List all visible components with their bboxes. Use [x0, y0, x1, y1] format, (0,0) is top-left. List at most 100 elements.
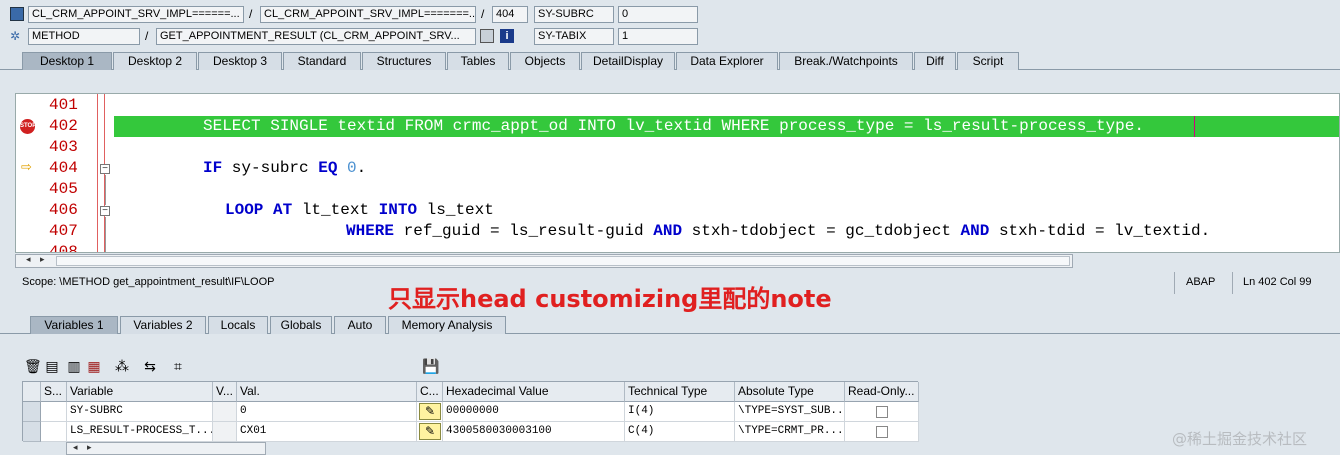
fold-line — [105, 217, 106, 252]
tab-data-explorer[interactable]: Data Explorer — [676, 52, 778, 70]
code-line-402: SELECT SINGLE textid FROM crmc_appt_od I… — [203, 117, 1144, 135]
cell-hex: 4300580030003100 — [443, 422, 625, 442]
tab-desktop-1[interactable]: Desktop 1 — [22, 52, 112, 70]
watermark: @稀土掘金技术社区 — [1172, 430, 1308, 448]
line-number: 406 — [49, 201, 78, 219]
tab-auto[interactable]: Auto — [334, 316, 386, 334]
tab-tables[interactable]: Tables — [447, 52, 509, 70]
column-header-s[interactable]: S... — [41, 382, 67, 402]
edit-pencil-icon[interactable]: ✎ — [419, 403, 441, 420]
keyword: IF — [203, 159, 223, 177]
column-header-technical-type[interactable]: Technical Type — [625, 382, 735, 402]
cell-s — [41, 402, 67, 422]
edit-pencil-icon[interactable]: ✎ — [419, 423, 441, 440]
scroll-right-icon[interactable]: ▸ — [87, 442, 92, 453]
cell-val[interactable]: 0 — [237, 402, 417, 422]
grid-horizontal-scrollbar[interactable]: ◂ ▸ — [66, 442, 266, 455]
separator: / — [481, 7, 485, 21]
method-name-field[interactable]: GET_APPOINTMENT_RESULT (CL_CRM_APPOINT_S… — [156, 28, 476, 45]
source-editor[interactable]: STOP ⇨ 401 402 403 404 405 406 407 408 −… — [15, 93, 1340, 253]
sysvar2-name[interactable]: SY-TABIX — [534, 28, 614, 45]
keyword: LOOP AT — [225, 201, 293, 219]
scope-label: Scope: \METHOD get_appointment_result\IF… — [22, 276, 275, 288]
tab-script[interactable]: Script — [957, 52, 1019, 70]
fold-toggle-icon[interactable]: − — [100, 164, 110, 174]
cell-val[interactable]: CX01 — [237, 422, 417, 442]
variables-grid[interactable]: S... Variable V... Val. C... Hexadecimal… — [22, 381, 919, 442]
text-cursor — [1194, 116, 1195, 137]
tab-desktop-2[interactable]: Desktop 2 — [113, 52, 197, 70]
editor-horizontal-scrollbar[interactable]: ◂ ▸ — [15, 254, 1073, 268]
variables-tabbar: Variables 1 Variables 2 Locals Globals A… — [0, 316, 1340, 334]
separator: / — [145, 29, 149, 43]
display-icon[interactable] — [480, 29, 494, 43]
cell-variable[interactable]: LS_RESULT-PROCESS_T... — [67, 422, 213, 442]
keyword: WHERE — [346, 222, 395, 240]
line-number: 408 — [49, 243, 78, 253]
stop-icon[interactable]: STOP — [20, 119, 36, 134]
keyword: AND — [960, 222, 990, 240]
scroll-left-icon[interactable]: ◂ — [73, 442, 78, 453]
filter-icon[interactable]: ⌗ — [170, 358, 186, 374]
tab-diff[interactable]: Diff — [914, 52, 956, 70]
info-icon[interactable]: i — [500, 29, 514, 43]
scroll-left-icon[interactable]: ◂ — [26, 254, 31, 265]
tab-variables-2[interactable]: Variables 2 — [120, 316, 206, 334]
arrow-right-icon: ⇨ — [21, 159, 32, 174]
column-header-c[interactable]: C... — [417, 382, 443, 402]
column-header-hex[interactable]: Hexadecimal Value — [443, 382, 625, 402]
column-header-variable[interactable]: Variable — [67, 382, 213, 402]
read-only-checkbox[interactable] — [876, 406, 888, 418]
cell-v — [213, 422, 237, 442]
row-selector[interactable] — [23, 402, 41, 422]
line-number: 401 — [49, 96, 78, 114]
tab-objects[interactable]: Objects — [510, 52, 580, 70]
tab-structures[interactable]: Structures — [362, 52, 446, 70]
type-field[interactable]: METHOD — [28, 28, 140, 45]
column-header-val[interactable]: Val. — [237, 382, 417, 402]
code-line-407: WHERE ref_guid = ls_result-guid AND stxh… — [346, 221, 1210, 242]
read-only-checkbox[interactable] — [876, 426, 888, 438]
line-number: 403 — [49, 138, 78, 156]
export-icon[interactable]: ⇆ — [142, 358, 158, 374]
debugger-tabbar: Desktop 1 Desktop 2 Desktop 3 Standard S… — [0, 52, 1340, 70]
line-number: 404 — [49, 159, 78, 177]
column-header-read-only[interactable]: Read-Only... — [845, 382, 919, 402]
language-label: ABAP — [1186, 276, 1216, 288]
tab-memory-analysis[interactable]: Memory Analysis — [388, 316, 506, 334]
cell-variable[interactable]: SY-SUBRC — [67, 402, 213, 422]
line-field[interactable]: 404 — [492, 6, 528, 23]
column-header-v[interactable]: V... — [213, 382, 237, 402]
row-selector[interactable] — [23, 422, 41, 442]
tab-desktop-3[interactable]: Desktop 3 — [198, 52, 282, 70]
fold-toggle-icon[interactable]: − — [100, 206, 110, 216]
tab-variables-1[interactable]: Variables 1 — [30, 316, 118, 334]
cell-absolute-type: \TYPE=CRMT_PR... — [735, 422, 845, 442]
sysvar1-name[interactable]: SY-SUBRC — [534, 6, 614, 23]
scroll-right-icon[interactable]: ▸ — [40, 254, 45, 265]
cell-absolute-type: \TYPE=SYST_SUB... — [735, 402, 845, 422]
code-text: sy-subrc — [222, 159, 319, 177]
tab-locals[interactable]: Locals — [208, 316, 268, 334]
sysvar1-value[interactable]: 0 — [618, 6, 698, 23]
tab-break-watchpoints[interactable]: Break./Watchpoints — [779, 52, 913, 70]
code-text: lt_text — [292, 201, 379, 219]
save-layout-icon[interactable]: ▦ — [86, 358, 102, 374]
scroll-thumb[interactable] — [56, 256, 1070, 266]
tab-globals[interactable]: Globals — [270, 316, 332, 334]
list-view-icon[interactable]: ▥ — [66, 358, 82, 374]
include-field[interactable]: CL_CRM_APPOINT_SRV_IMPL=======... — [260, 6, 476, 23]
column-header-absolute-type[interactable]: Absolute Type — [735, 382, 845, 402]
table-view-icon[interactable]: ▤ — [44, 358, 60, 374]
method-icon: ✲ — [10, 29, 21, 43]
tab-standard[interactable]: Standard — [283, 52, 361, 70]
delete-icon[interactable]: 🗑 — [24, 358, 42, 374]
program-field[interactable]: CL_CRM_APPOINT_SRV_IMPL======... — [28, 6, 244, 23]
annotation-text: 只显示head customizing里配的note — [388, 285, 832, 313]
save-icon[interactable]: 💾 — [422, 358, 439, 374]
hierarchy-icon[interactable]: ⁂ — [114, 358, 130, 374]
code-line-404: IF sy-subrc EQ 0. — [203, 158, 366, 179]
tab-detaildisplay[interactable]: DetailDisplay — [581, 52, 675, 70]
sysvar2-value[interactable]: 1 — [618, 28, 698, 45]
code-line-406: LOOP AT lt_text INTO ls_text — [225, 200, 494, 221]
